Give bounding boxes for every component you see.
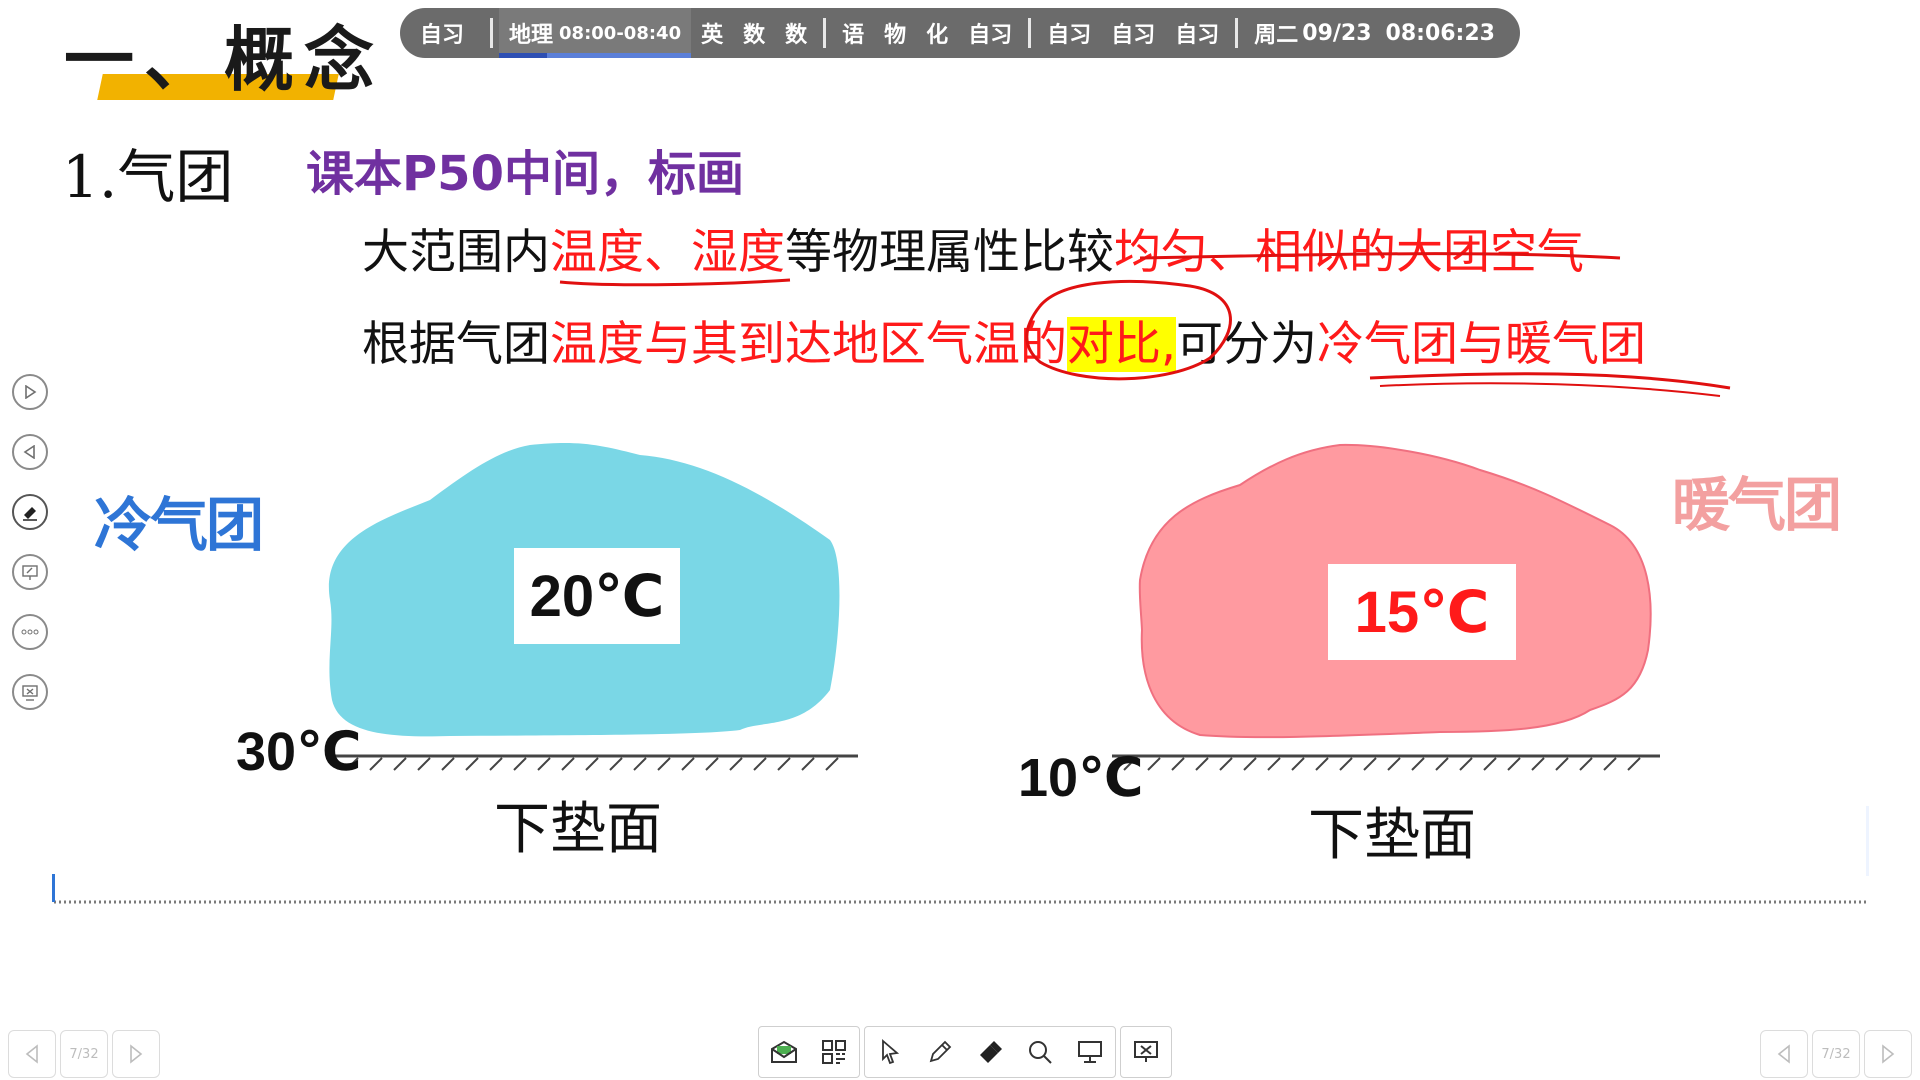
eraser-tool-button[interactable] (965, 1027, 1015, 1077)
next-page-button[interactable] (12, 374, 48, 410)
definition-keyword: 温度、湿度 (550, 225, 785, 280)
ink-underline (1369, 372, 1731, 390)
underlying-surface-label: 下垫面 (1308, 803, 1476, 868)
ground-hatching-left (345, 757, 839, 771)
triangle-right-icon (130, 1044, 143, 1064)
pointer-icon (882, 1039, 900, 1065)
close-screen-icon (1134, 1041, 1158, 1062)
period-progress-bar (499, 53, 548, 58)
screen-annotate-icon (22, 565, 38, 580)
warm-air-temperature: 15℃ (1328, 564, 1516, 660)
clock: 08:06:23 (1385, 20, 1495, 46)
next-page-button-left[interactable] (112, 1030, 160, 1078)
triangle-right-icon (1882, 1044, 1895, 1064)
definition-keyword: 均匀、相似的大团空气 (1114, 225, 1584, 280)
prev-page-button-right[interactable] (1760, 1030, 1808, 1078)
next-page-button-right[interactable] (1864, 1030, 1912, 1078)
triangle-left-icon (25, 1044, 38, 1064)
tool-group-annotate (864, 1026, 1116, 1078)
classification-text: 根据气团 (362, 317, 550, 372)
schedule-bar: 自习 地理 08:00-08:40 英 数 数 语 物 化 自习 自习 自习 自… (400, 8, 1520, 58)
tool-group-exit (1120, 1026, 1172, 1078)
grid-icon (822, 1040, 846, 1064)
more-button[interactable] (12, 614, 48, 650)
weekday: 周二 (1254, 23, 1299, 48)
bottom-toolbar (758, 1026, 1172, 1078)
current-time: 08:00-08:40 (559, 22, 682, 44)
screen-annotate-button[interactable] (12, 554, 48, 590)
cold-ground-temperature: 30℃ (236, 722, 362, 782)
schedule-subject: 自习 (1047, 23, 1092, 48)
search-tool-button[interactable] (1015, 1027, 1065, 1077)
prev-icon (23, 445, 35, 459)
apps-grid-button[interactable] (809, 1027, 859, 1077)
classification-text: 可分为 (1175, 317, 1317, 372)
whiteboard-button[interactable] (1065, 1027, 1115, 1077)
eraser-icon (23, 507, 37, 521)
schedule-subject: 数 (785, 23, 808, 48)
schedule-divider (490, 18, 494, 48)
mail-icon (771, 1040, 797, 1063)
schedule-subject: 物 (884, 23, 907, 48)
schedule-current-period: 地理 08:00-08:40 (499, 8, 692, 58)
prev-page-button[interactable] (12, 434, 48, 470)
definition-line: 大范围内温度、湿度等物理属性比较均匀、相似的大团空气 (362, 213, 1584, 282)
schedule-subject: 数 (743, 23, 766, 48)
exit-screen-button[interactable] (12, 674, 48, 710)
eraser-icon (980, 1041, 1002, 1063)
warm-ground-temperature: 10℃ (1018, 748, 1144, 808)
more-icon (21, 629, 39, 635)
slide-edge-marker (1866, 806, 1869, 876)
classification-keyword: 温度与其到达地区气温的 (550, 317, 1067, 372)
exit-screen-icon (22, 685, 38, 701)
definition-text: 等物理属性比较 (785, 225, 1114, 280)
pen-icon (929, 1040, 952, 1063)
schedule-subject: 自习 (968, 23, 1013, 48)
schedule-divider (1235, 18, 1239, 48)
pen-tool-button[interactable] (915, 1027, 965, 1077)
page-indicator-right[interactable]: 7/32 (1812, 1030, 1860, 1078)
definition-text: 大范围内 (362, 225, 550, 280)
eraser-button[interactable] (12, 494, 48, 530)
schedule-subject: 自习 (1175, 23, 1220, 48)
classification-keyword: 冷气团与暖气团 (1316, 317, 1646, 372)
schedule-period: 自习 (400, 8, 484, 58)
prev-page-button-left[interactable] (8, 1030, 56, 1078)
highlighted-keyword: 对比, (1067, 317, 1176, 372)
triangle-left-icon (1777, 1044, 1790, 1064)
slide-drawing-layer (54, 252, 1866, 904)
next-icon (25, 385, 37, 399)
textbook-note: 课本P50中间，标画 (306, 146, 744, 202)
tool-group-apps (758, 1026, 860, 1078)
slide-title: 一、概念 (64, 19, 384, 101)
page-indicator-left[interactable]: 7/32 (60, 1030, 108, 1078)
cold-air-mass-label: 冷气团 (94, 491, 264, 559)
underlying-surface-label: 下垫面 (494, 797, 662, 862)
schedule-subject: 自习 (420, 23, 465, 48)
search-icon (1029, 1041, 1052, 1064)
slide-edge-marker (52, 874, 55, 902)
warm-air-mass-label: 暖气团 (1672, 471, 1842, 539)
date: 09/23 (1302, 20, 1372, 46)
page-number: 7/32 (69, 1046, 99, 1062)
message-button[interactable] (759, 1027, 809, 1077)
board-icon (1078, 1041, 1102, 1063)
schedule-subject: 化 (926, 23, 949, 48)
ink-underline (1379, 382, 1721, 397)
ground-hatching-right (1123, 757, 1641, 771)
classification-line: 根据气团温度与其到达地区气温的对比,可分为冷气团与暖气团 (362, 305, 1646, 374)
section-heading: 1.气团 (62, 143, 234, 211)
schedule-subject: 英 (701, 23, 724, 48)
schedule-divider (823, 18, 827, 48)
cold-air-temperature: 20℃ (514, 548, 680, 644)
end-show-button[interactable] (1121, 1027, 1171, 1077)
pointer-tool-button[interactable] (865, 1027, 915, 1077)
schedule-subject: 语 (842, 23, 865, 48)
schedule-divider (1028, 18, 1032, 48)
page-number: 7/32 (1821, 1046, 1851, 1062)
schedule-subject: 自习 (1111, 23, 1156, 48)
current-subject: 地理 (509, 23, 554, 48)
